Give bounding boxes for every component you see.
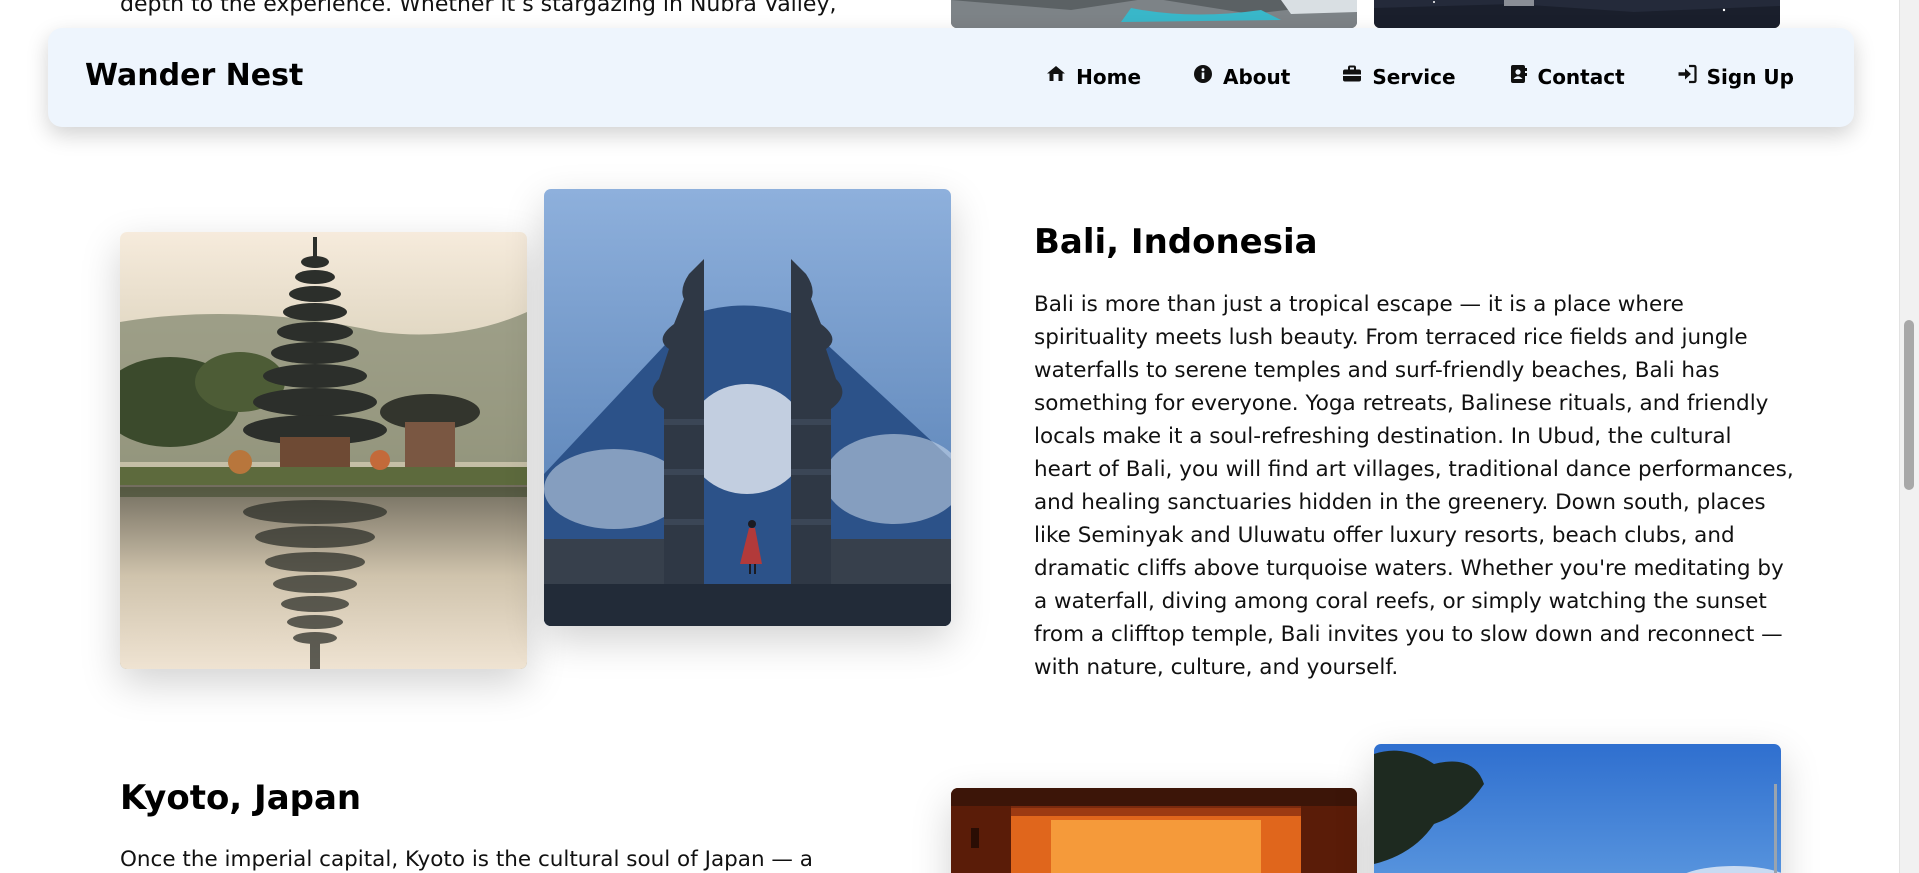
- nav-service-label: Service: [1372, 64, 1456, 89]
- info-icon: [1193, 64, 1213, 89]
- nav-about-label: About: [1223, 64, 1291, 89]
- nav-contact-label: Contact: [1537, 64, 1625, 89]
- kyoto-section-description: Once the imperial capital, Kyoto is the …: [120, 847, 813, 872]
- previous-section-image-1: [951, 0, 1357, 28]
- previous-section-image-2: [1374, 0, 1780, 28]
- nav-signup-label: Sign Up: [1706, 64, 1794, 89]
- nav-home-label: Home: [1076, 64, 1142, 89]
- kyoto-sky-trees-image: [1374, 744, 1781, 873]
- navbar: Wander Nest Home About Service Contact S…: [48, 28, 1854, 127]
- nav-service-link[interactable]: Service: [1342, 64, 1456, 89]
- nav-links: Home About Service Contact Sign Up: [1046, 64, 1794, 89]
- briefcase-icon: [1342, 64, 1362, 89]
- kyoto-section-title: Kyoto, Japan: [120, 778, 362, 818]
- page-scrollbar[interactable]: [1899, 0, 1919, 873]
- bali-section-title: Bali, Indonesia: [1034, 222, 1318, 262]
- nav-contact-link[interactable]: Contact: [1508, 64, 1625, 89]
- previous-section-text: depth to the experience. Whether it’s st…: [120, 0, 837, 17]
- page: depth to the experience. Whether it’s st…: [0, 0, 1900, 873]
- bali-temple-lake-image: [120, 232, 527, 669]
- contact-card-icon: [1508, 64, 1528, 89]
- brand-logo[interactable]: Wander Nest: [85, 58, 303, 93]
- nav-signup-link[interactable]: Sign Up: [1677, 64, 1794, 89]
- home-icon: [1046, 64, 1066, 89]
- sign-in-icon: [1677, 64, 1697, 89]
- nav-about-link[interactable]: About: [1193, 64, 1290, 89]
- kyoto-torii-gate-image: [951, 788, 1357, 873]
- bali-section-description: Bali is more than just a tropical escape…: [1034, 292, 1794, 680]
- nav-home-link[interactable]: Home: [1046, 64, 1141, 89]
- scrollbar-thumb[interactable]: [1904, 320, 1914, 490]
- bali-temple-gate-image: [544, 189, 951, 626]
